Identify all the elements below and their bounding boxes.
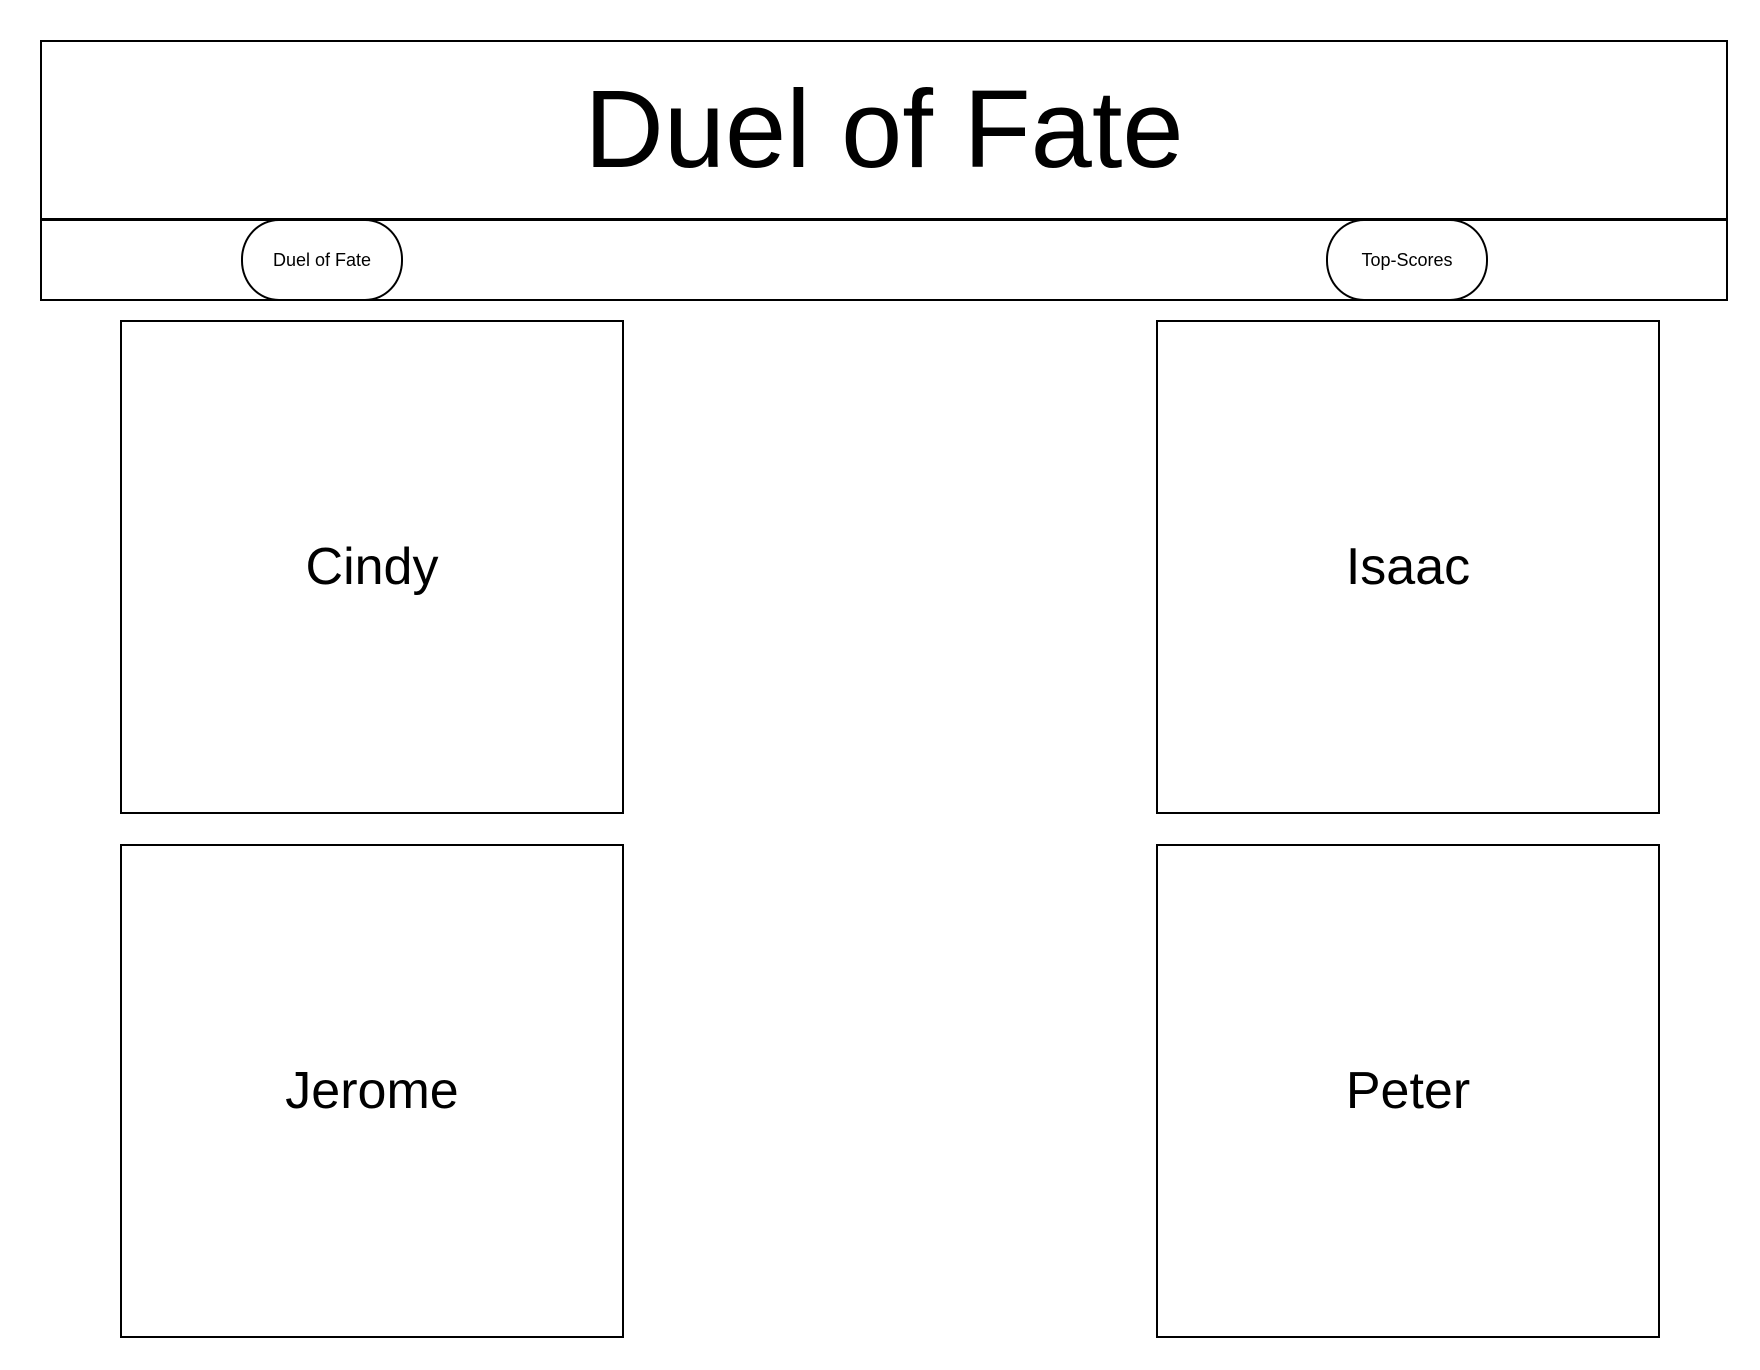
player-card-peter[interactable]: Peter [1156, 844, 1660, 1338]
player-name: Isaac [1345, 538, 1471, 596]
player-card-isaac[interactable]: Isaac [1156, 320, 1660, 814]
player-name: Jerome [285, 1062, 459, 1120]
nav-button-duel-of-fate[interactable]: Duel of Fate [241, 219, 403, 301]
nav-button-top-scores[interactable]: Top-Scores [1326, 219, 1488, 301]
player-name: Cindy [305, 538, 439, 596]
player-card-jerome[interactable]: Jerome [120, 844, 624, 1338]
page-title: Duel of Fate [584, 68, 1184, 191]
player-name: Peter [1345, 1062, 1471, 1120]
player-card-cindy[interactable]: Cindy [120, 320, 624, 814]
title-banner: Duel of Fate [40, 40, 1728, 220]
nav-bar: Duel of Fate Top-Scores [40, 219, 1728, 301]
